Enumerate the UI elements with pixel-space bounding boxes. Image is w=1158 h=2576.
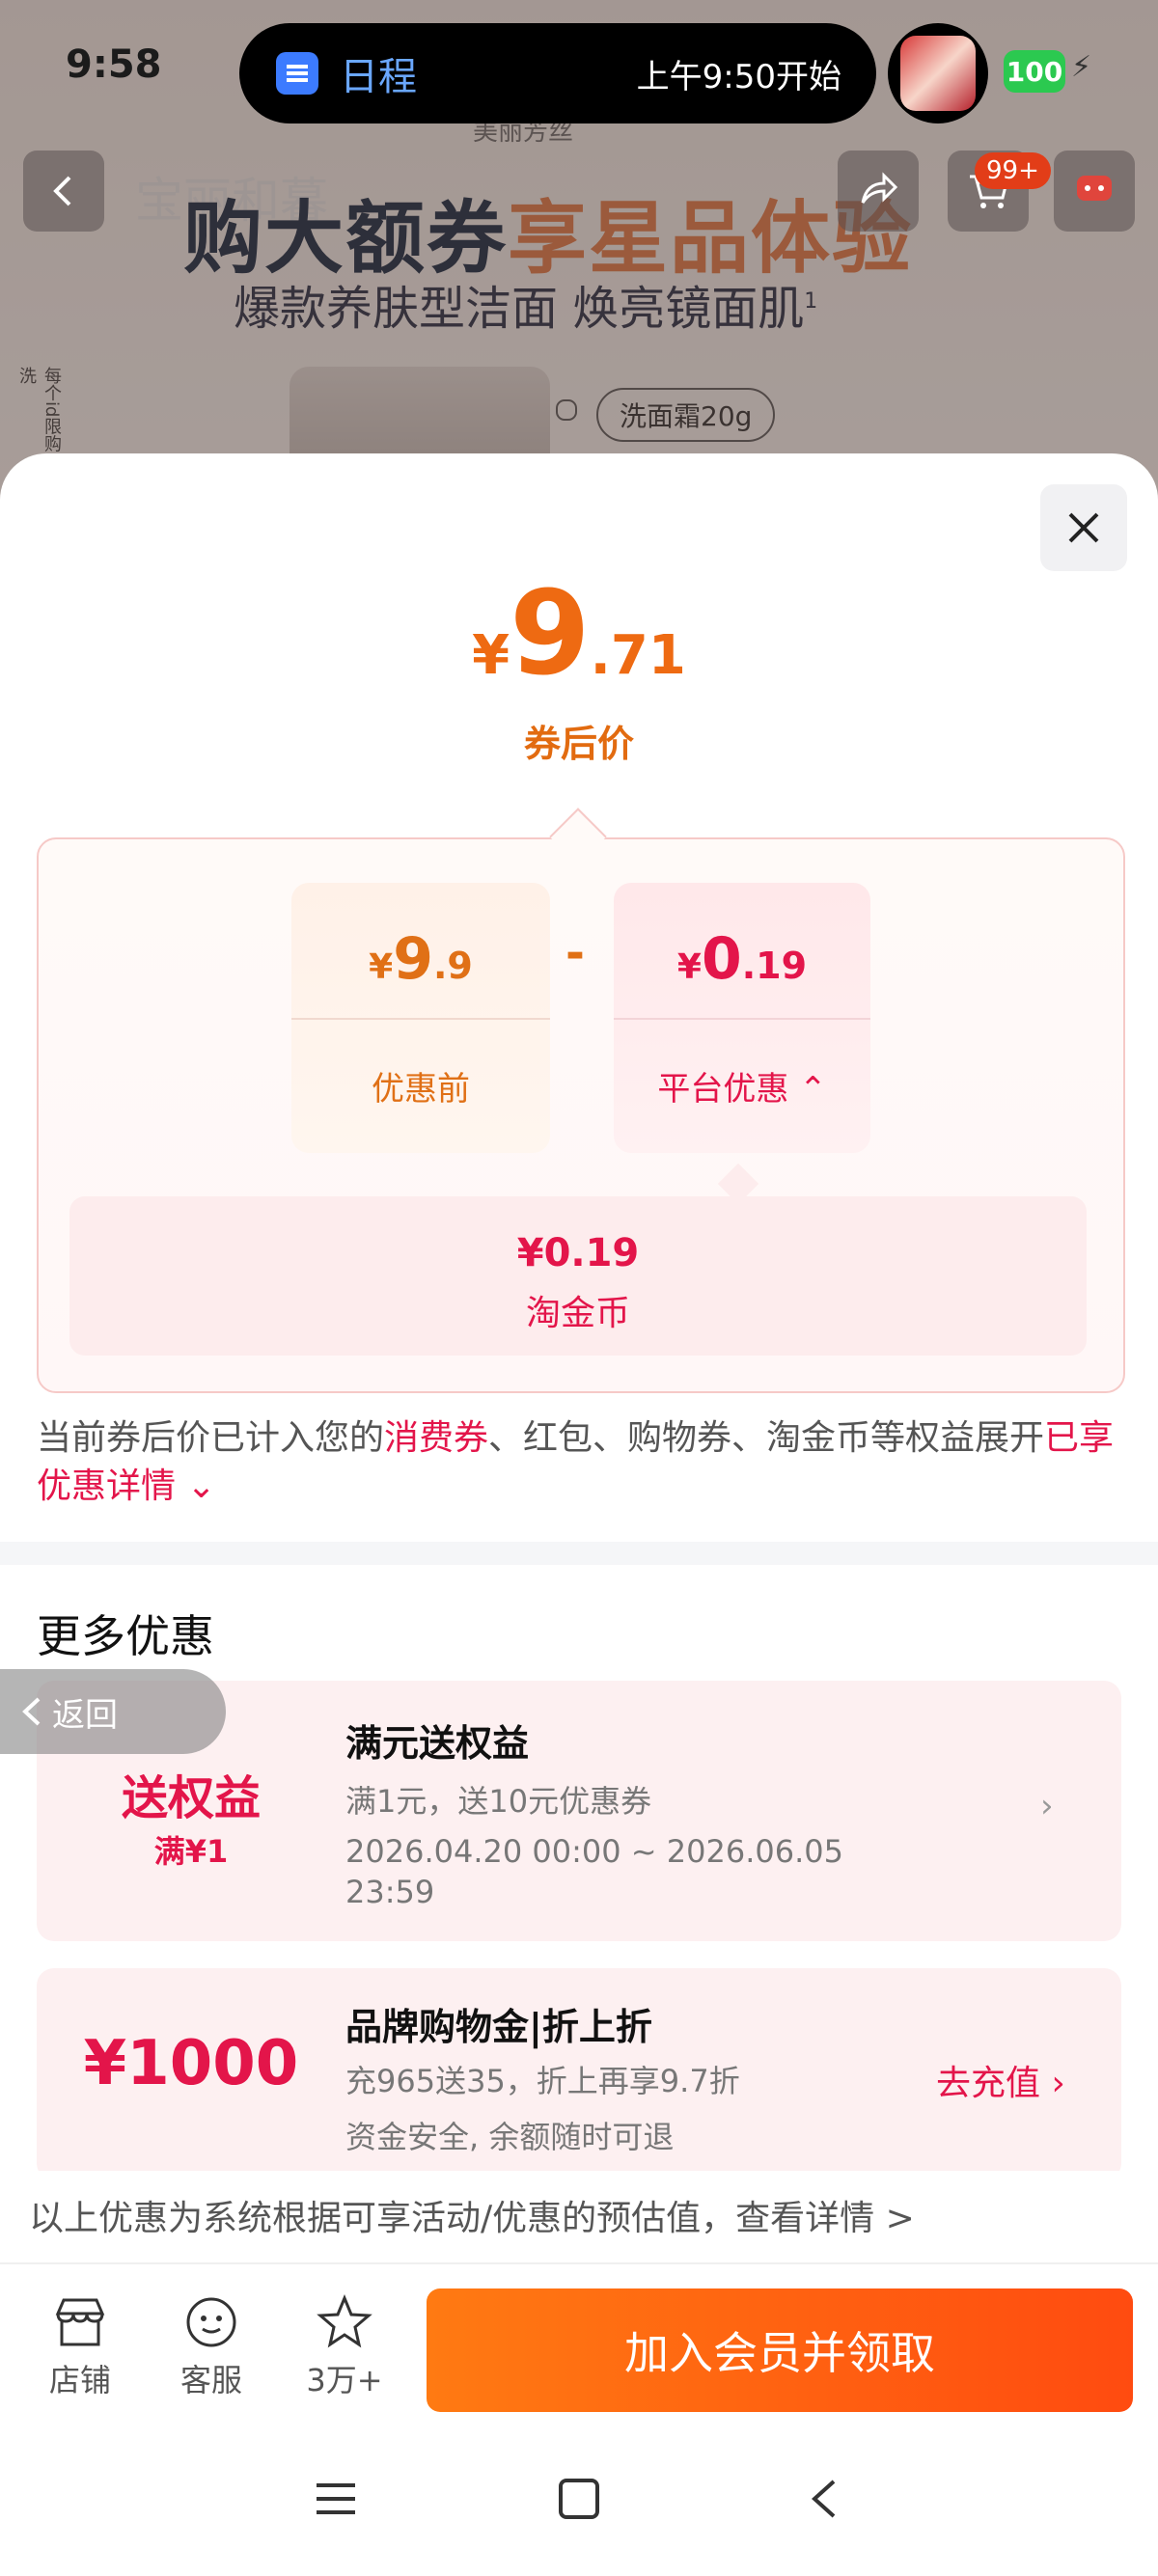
promo-title: 品牌购物金|折上折 bbox=[345, 2006, 652, 2048]
platform-discount-label: 平台优惠 ⌃ bbox=[657, 1070, 827, 1109]
dynamic-island[interactable]: 日程 上午9:50开始 bbox=[239, 23, 876, 123]
store-label: 店铺 bbox=[48, 2362, 111, 2398]
promo-title: 满元送权益 bbox=[345, 1722, 530, 1765]
avatar-image bbox=[900, 36, 976, 111]
back-arrow-icon bbox=[812, 2480, 836, 2518]
favorite-count: 3万+ bbox=[306, 2362, 383, 2398]
original-price-label: 优惠前 bbox=[372, 1070, 470, 1109]
promo-threshold: 满¥1 bbox=[153, 1833, 229, 1870]
cart-count-badge: 99+ bbox=[975, 152, 1051, 189]
final-price-label: 券后价 bbox=[523, 723, 634, 765]
promo-description: 满1元，送10元优惠券 bbox=[345, 1783, 652, 1820]
store-icon bbox=[55, 2298, 105, 2346]
service-tab[interactable]: 客服 bbox=[158, 2292, 264, 2400]
back-button[interactable] bbox=[23, 151, 104, 232]
promo-left-area: 送权益 满¥1 bbox=[37, 1760, 345, 1872]
card-divider bbox=[614, 1018, 870, 1020]
estimate-disclaimer[interactable]: 以上优惠为系统根据可享活动/优惠的预估值，查看详情 > bbox=[0, 2171, 1158, 2262]
home-square-icon bbox=[559, 2479, 599, 2519]
recharge-button[interactable]: 去充值 › bbox=[936, 2055, 1065, 2105]
discount-note: 当前券后价已计入您的消费券、红包、购物券、淘金币等权益展开已享优惠详情 ⌄ bbox=[37, 1418, 1115, 1506]
promo-badge-text: 送权益 bbox=[121, 1771, 261, 1825]
island-app-name: 日程 bbox=[340, 55, 417, 99]
customer-service-icon bbox=[186, 2297, 236, 2347]
disclaimer-text: 以上优惠为系统根据可享活动/优惠的预估值，查看详情 > bbox=[29, 2199, 915, 2238]
final-price: ¥9.71 bbox=[472, 567, 686, 701]
promo-amount: ¥1000 bbox=[83, 2028, 299, 2099]
taobao-coin-amount: ¥0.19 bbox=[516, 1231, 640, 1275]
share-icon bbox=[861, 172, 898, 204]
back-nav-button[interactable] bbox=[807, 2478, 841, 2524]
island-event-time: 上午9:50开始 bbox=[636, 57, 841, 96]
section-divider bbox=[0, 1542, 1158, 1565]
promo-safety-note: 资金安全, 余额随时可退 bbox=[345, 2119, 675, 2155]
more-button[interactable] bbox=[1054, 151, 1135, 232]
close-icon bbox=[1068, 512, 1099, 543]
service-label: 客服 bbox=[179, 2362, 242, 2398]
star-icon bbox=[317, 2294, 372, 2348]
more-offers-title: 更多优惠 bbox=[37, 1610, 214, 1662]
platform-discount-card[interactable]: ¥0.19 平台优惠 ⌃ bbox=[614, 883, 870, 1153]
original-price-value: ¥9.9 bbox=[369, 925, 473, 993]
menu-nav-button[interactable] bbox=[315, 2480, 357, 2522]
platform-discount-value: ¥0.19 bbox=[676, 925, 808, 993]
battery-indicator: 100 bbox=[1004, 50, 1065, 93]
chevron-left-icon bbox=[53, 176, 71, 206]
message-icon bbox=[1077, 176, 1112, 201]
original-price-card: ¥9.9 优惠前 bbox=[291, 883, 550, 1153]
store-tab[interactable]: 店铺 bbox=[27, 2292, 133, 2400]
status-time: 9:58 bbox=[66, 42, 162, 87]
home-nav-button[interactable] bbox=[558, 2478, 600, 2524]
taobao-coin-card: ¥0.19 淘金币 bbox=[69, 1196, 1087, 1356]
chevron-up-icon: ⌃ bbox=[799, 1070, 827, 1109]
promo-description: 充965送35，折上再享9.7折 bbox=[345, 2063, 740, 2099]
consumption-coupon-link[interactable]: 消费券 bbox=[384, 1418, 488, 1458]
charging-icon: ⚡ bbox=[1071, 50, 1092, 84]
return-button[interactable]: 返回 bbox=[0, 1669, 226, 1754]
calendar-icon bbox=[276, 52, 318, 95]
favorite-tab[interactable]: 3万+ bbox=[291, 2292, 398, 2400]
join-member-button[interactable]: 加入会员并领取 bbox=[427, 2288, 1133, 2412]
avatar[interactable] bbox=[888, 23, 988, 123]
close-button[interactable] bbox=[1040, 484, 1127, 571]
share-button[interactable] bbox=[838, 151, 919, 232]
promo-validity: 2026.04.20 00:00 ~ 2026.06.05 23:59 bbox=[345, 1833, 843, 1910]
taobao-coin-label: 淘金币 bbox=[525, 1294, 630, 1333]
chevron-right-icon: › bbox=[1040, 1787, 1054, 1825]
chevron-right-icon: › bbox=[1051, 2064, 1065, 2103]
promo-card-shopping-gold[interactable]: ¥1000 品牌购物金|折上折 充965送35，折上再享9.7折 资金安全, 余… bbox=[37, 1968, 1121, 2180]
menu-icon bbox=[317, 2483, 355, 2514]
chevron-down-icon: ⌄ bbox=[186, 1466, 216, 1506]
chevron-left-icon bbox=[22, 1697, 41, 1726]
card-divider bbox=[291, 1018, 550, 1020]
minus-sign: - bbox=[565, 926, 585, 980]
